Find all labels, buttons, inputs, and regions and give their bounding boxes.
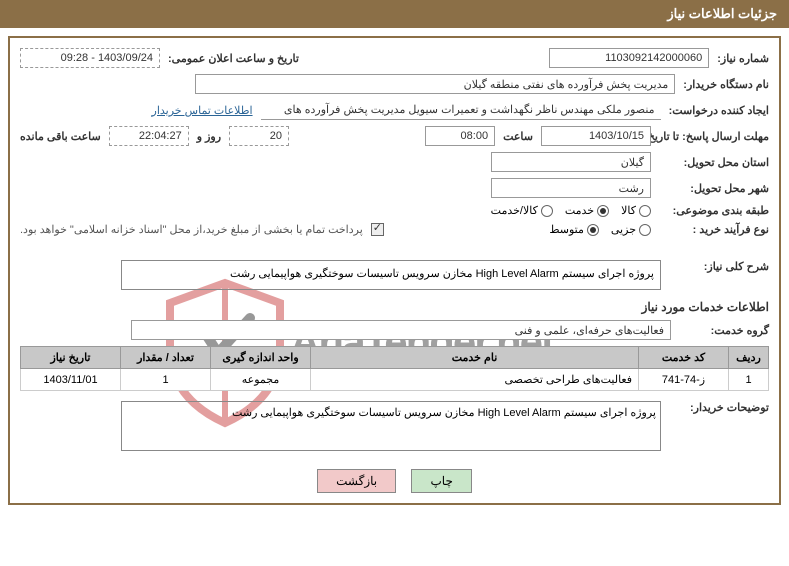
table-row: 1 ز-74-741 فعالیت‌های طراحی تخصصی مجموعه… bbox=[21, 369, 769, 391]
radio-service[interactable]: خدمت bbox=[565, 204, 609, 217]
print-button[interactable]: چاپ bbox=[411, 469, 471, 493]
time-left-field: 22:04:27 bbox=[109, 126, 189, 146]
service-group-label: گروه خدمت: bbox=[679, 324, 769, 337]
subject-class-group: کالا خدمت کالا/خدمت bbox=[491, 204, 651, 217]
hour-label: ساعت bbox=[503, 130, 533, 143]
need-summary-box: پروژه اجرای سیستم High Level Alarm مخازن… bbox=[121, 260, 661, 290]
radio-goods-service[interactable]: کالا/خدمت bbox=[491, 204, 553, 217]
province-field: گیلان bbox=[491, 152, 651, 172]
city-label: شهر محل تحویل: bbox=[659, 182, 769, 195]
radio-dot-icon bbox=[639, 224, 651, 236]
cell-name: فعالیت‌های طراحی تخصصی bbox=[311, 369, 639, 391]
th-code: کد خدمت bbox=[639, 347, 729, 369]
need-summary-label: شرح کلی نیاز: bbox=[679, 260, 769, 273]
radio-medium[interactable]: متوسط bbox=[549, 223, 599, 236]
radio-dot-icon bbox=[639, 205, 651, 217]
purchase-type-group: جزیی متوسط bbox=[549, 223, 651, 236]
need-no-field: 1103092142000060 bbox=[549, 48, 709, 68]
main-frame: AriaTender.net شماره نیاز: 1103092142000… bbox=[8, 36, 781, 505]
announce-dt-label: تاریخ و ساعت اعلان عمومی: bbox=[168, 52, 299, 65]
requester-field: منصور ملکی مهندس ناظر نگهداشت و تعمیرات … bbox=[261, 100, 661, 120]
page-title: جزئیات اطلاعات نیاز bbox=[667, 6, 777, 21]
radio-goods[interactable]: کالا bbox=[621, 204, 651, 217]
page-header: جزئیات اطلاعات نیاز bbox=[0, 0, 789, 28]
radio-dot-icon bbox=[597, 205, 609, 217]
need-no-label: شماره نیاز: bbox=[717, 52, 769, 65]
cell-need-date: 1403/11/01 bbox=[21, 369, 121, 391]
buyer-org-label: نام دستگاه خریدار: bbox=[683, 78, 769, 91]
table-header-row: ردیف کد خدمت نام خدمت واحد اندازه گیری ت… bbox=[21, 347, 769, 369]
cell-unit: مجموعه bbox=[211, 369, 311, 391]
cell-idx: 1 bbox=[729, 369, 769, 391]
time-left-label: ساعت باقی مانده bbox=[20, 130, 101, 143]
payment-note: پرداخت تمام یا بخشی از مبلغ خرید،از محل … bbox=[20, 223, 363, 236]
service-group-field: فعالیت‌های حرفه‌ای، علمی و فنی bbox=[131, 320, 671, 340]
buyer-notes-label: توضیحات خریدار: bbox=[669, 401, 769, 414]
back-button[interactable]: بازگشت bbox=[317, 469, 396, 493]
cell-code: ز-74-741 bbox=[639, 369, 729, 391]
deadline-hour-field: 08:00 bbox=[425, 126, 495, 146]
button-row: چاپ بازگشت bbox=[20, 469, 769, 493]
th-need-date: تاریخ نیاز bbox=[21, 347, 121, 369]
buyer-org-field: مدیریت پخش فرآورده های نفتی منطقه گیلان bbox=[195, 74, 675, 94]
deadline-date-field: 1403/10/15 bbox=[541, 126, 651, 146]
treasury-checkbox[interactable] bbox=[371, 223, 384, 236]
buyer-contact-link[interactable]: اطلاعات تماس خریدار bbox=[152, 104, 253, 117]
radio-minor[interactable]: جزیی bbox=[611, 223, 651, 236]
th-unit: واحد اندازه گیری bbox=[211, 347, 311, 369]
radio-dot-icon bbox=[541, 205, 553, 217]
city-field: رشت bbox=[491, 178, 651, 198]
days-left-field: 20 bbox=[229, 126, 289, 146]
deadline-label: مهلت ارسال پاسخ: تا تاریخ: bbox=[659, 130, 769, 143]
th-qty: تعداد / مقدار bbox=[121, 347, 211, 369]
th-name: نام خدمت bbox=[311, 347, 639, 369]
buyer-notes-box: پروژه اجرای سیستم High Level Alarm مخازن… bbox=[121, 401, 661, 451]
purchase-type-label: نوع فرآیند خرید : bbox=[659, 223, 769, 236]
province-label: استان محل تحویل: bbox=[659, 156, 769, 169]
subject-class-label: طبقه بندی موضوعی: bbox=[659, 204, 769, 217]
cell-qty: 1 bbox=[121, 369, 211, 391]
days-and-label: روز و bbox=[197, 130, 221, 143]
requester-label: ایجاد کننده درخواست: bbox=[669, 104, 769, 117]
th-row: ردیف bbox=[729, 347, 769, 369]
services-info-title: اطلاعات خدمات مورد نیاز bbox=[20, 300, 769, 314]
announce-dt-field: 1403/09/24 - 09:28 bbox=[20, 48, 160, 68]
services-table: ردیف کد خدمت نام خدمت واحد اندازه گیری ت… bbox=[20, 346, 769, 391]
radio-dot-icon bbox=[587, 224, 599, 236]
